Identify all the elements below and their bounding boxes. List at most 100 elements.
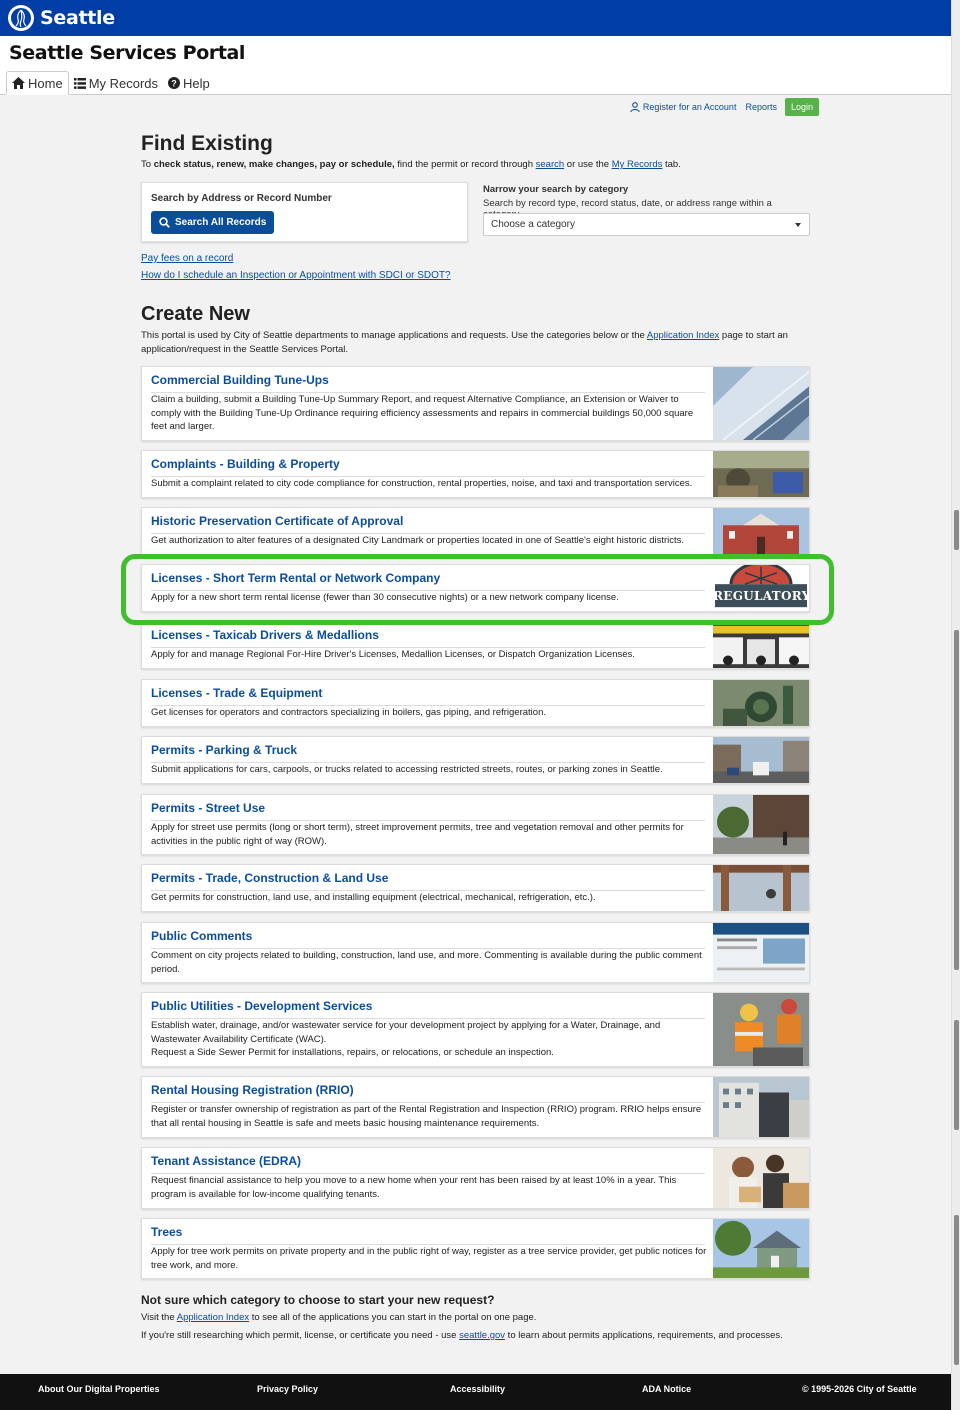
category-card-commercial-building-tune-ups[interactable]: Commercial Building Tune-Ups Claim a bui… — [141, 366, 810, 441]
category-select[interactable]: Choose a category — [483, 213, 810, 236]
tab-home[interactable]: Home — [6, 71, 69, 95]
card-title[interactable]: Commercial Building Tune-Ups — [151, 373, 705, 393]
search-link[interactable]: search — [536, 159, 565, 170]
bottom-l1-prefix: Visit the — [141, 1312, 177, 1323]
card-description: Get licenses for operators and contracto… — [151, 707, 546, 718]
footer-ada-link[interactable]: ADA Notice — [642, 1384, 691, 1394]
card-description: Submit a complaint related to city code … — [151, 478, 693, 489]
category-card-tenant-assistance[interactable]: Tenant Assistance (EDRA) Request financi… — [141, 1147, 810, 1209]
card-title[interactable]: Public Comments — [151, 929, 705, 949]
street-trees-image — [713, 795, 809, 854]
find-desc-bold: check status, renew, make changes, pay o… — [153, 159, 395, 170]
create-desc-prefix: This portal is used by City of Seattle d… — [141, 330, 647, 341]
scrollbar-track-marker — [954, 1020, 959, 1130]
card-title[interactable]: Public Utilities - Development Services — [151, 999, 705, 1019]
category-card-public-comments[interactable]: Public Comments Comment on city projects… — [141, 922, 810, 983]
card-description-line-2: Request a Side Sewer Permit for installa… — [151, 1047, 554, 1058]
account-links: Register for an Account Reports Login — [630, 98, 819, 116]
bottom-l2-suffix: to learn about permits applications, req… — [505, 1330, 783, 1341]
create-new-heading: Create New — [141, 303, 250, 325]
card-title[interactable]: Licenses - Taxicab Drivers & Medallions — [151, 628, 705, 648]
card-description: Comment on city projects related to buil… — [151, 950, 702, 975]
search-all-records-label: Search All Records — [175, 217, 267, 228]
login-button[interactable]: Login — [784, 98, 819, 116]
card-description: Request financial assistance to help you… — [151, 1175, 677, 1200]
application-index-link[interactable]: Application Index — [647, 330, 719, 341]
card-description-line-1: Establish water, drainage, and/or wastew… — [151, 1020, 661, 1045]
svg-text:?: ? — [171, 79, 177, 89]
card-title[interactable]: Historic Preservation Certificate of App… — [151, 514, 705, 534]
taxicab-fleet-image — [713, 622, 809, 668]
reports-link[interactable]: Reports — [745, 102, 777, 112]
pay-fees-link[interactable]: Pay fees on a record — [141, 253, 233, 264]
category-card-historic-preservation[interactable]: Historic Preservation Certificate of App… — [141, 507, 810, 555]
brand-name[interactable]: Seattle — [40, 7, 115, 29]
trees-house-image — [713, 1219, 809, 1278]
scrollbar-thumb[interactable] — [954, 510, 959, 550]
tab-home-label: Home — [28, 75, 63, 91]
card-title[interactable]: Trees — [151, 1225, 705, 1245]
caret-down-icon — [795, 223, 801, 227]
create-new-description: This portal is used by City of Seattle d… — [141, 329, 810, 357]
card-title[interactable]: Complaints - Building & Property — [151, 457, 705, 477]
category-card-rental-housing[interactable]: Rental Housing Registration (RRIO) Regis… — [141, 1076, 810, 1138]
my-records-link[interactable]: My Records — [612, 159, 663, 170]
scrollbar[interactable] — [951, 0, 960, 1410]
category-card-public-utilities[interactable]: Public Utilities - Development Services … — [141, 992, 810, 1067]
find-existing-heading: Find Existing — [141, 132, 273, 155]
historic-building-image — [713, 508, 809, 554]
find-desc-prefix: To — [141, 159, 154, 170]
category-card-trade-construction[interactable]: Permits - Trade, Construction & Land Use… — [141, 864, 810, 912]
category-card-trade-equipment[interactable]: Licenses - Trade & Equipment Get license… — [141, 679, 810, 727]
card-description: Apply for and manage Regional For-Hire D… — [151, 649, 635, 660]
category-card-street-use[interactable]: Permits - Street Use Apply for street us… — [141, 794, 810, 855]
schedule-inspection-link[interactable]: How do I schedule an Inspection or Appoi… — [141, 270, 451, 281]
boiler-equipment-image — [713, 680, 809, 726]
scrollbar-track-marker — [954, 630, 959, 970]
card-description: Establish water, drainage, and/or wastew… — [151, 1019, 707, 1060]
footer-about-link[interactable]: About Our Digital Properties — [38, 1384, 160, 1394]
page-footer: About Our Digital Properties Privacy Pol… — [0, 1374, 951, 1410]
tab-help[interactable]: ? Help — [163, 71, 215, 95]
card-description: Get authorization to alter features of a… — [151, 535, 685, 546]
bottom-application-index-link[interactable]: Application Index — [177, 1312, 249, 1323]
footer-privacy-link[interactable]: Privacy Policy — [257, 1384, 318, 1394]
search-icon — [159, 217, 170, 228]
card-title[interactable]: Tenant Assistance (EDRA) — [151, 1154, 705, 1174]
tab-my-records[interactable]: My Records — [69, 71, 163, 95]
category-card-complaints[interactable]: Complaints - Building & Property Submit … — [141, 450, 810, 498]
scrollbar-track-marker — [954, 1215, 959, 1365]
card-title[interactable]: Permits - Trade, Construction & Land Use — [151, 871, 705, 891]
seattle-seal-icon[interactable] — [8, 5, 34, 31]
footer-accessibility-link[interactable]: Accessibility — [450, 1384, 505, 1394]
category-card-trees[interactable]: Trees Apply for tree work permits on pri… — [141, 1218, 810, 1279]
card-title[interactable]: Licenses - Trade & Equipment — [151, 686, 705, 706]
list-icon — [73, 77, 86, 89]
find-desc-suffix: tab. — [662, 159, 681, 170]
footer-copyright: © 1995-2026 City of Seattle — [802, 1384, 917, 1394]
help-icon: ? — [168, 77, 181, 89]
nav-tabs: Home My Records ? Help — [6, 71, 215, 95]
register-link[interactable]: Register for an Account — [630, 102, 736, 112]
construction-framing-image — [713, 865, 809, 911]
narrow-category-label: Narrow your search by category — [483, 184, 629, 195]
top-bar: Seattle — [0, 0, 951, 36]
category-select-value: Choose a category — [491, 219, 575, 230]
card-title[interactable]: Permits - Street Use — [151, 801, 705, 821]
category-card-parking-truck[interactable]: Permits - Parking & Truck Submit applica… — [141, 736, 810, 784]
city-street-image — [713, 737, 809, 783]
bottom-line-1: Visit the Application Index to see all o… — [141, 1312, 536, 1323]
card-title[interactable]: Permits - Parking & Truck — [151, 743, 705, 763]
seattle-gov-link[interactable]: seattle.gov — [459, 1330, 505, 1341]
find-desc-mid: find the permit or record through — [394, 159, 536, 170]
card-description: Submit applications for cars, carpools, … — [151, 764, 663, 775]
bottom-l2-prefix: If you're still researching which permit… — [141, 1330, 460, 1341]
category-card-taxicab[interactable]: Licenses - Taxicab Drivers & Medallions … — [141, 621, 810, 669]
card-description: Apply for street use permits (long or sh… — [151, 822, 684, 847]
public-notice-image — [713, 923, 809, 982]
tab-help-label: Help — [183, 75, 210, 91]
card-title[interactable]: Rental Housing Registration (RRIO) — [151, 1083, 705, 1103]
tab-my-records-label: My Records — [88, 75, 159, 91]
search-all-records-button[interactable]: Search All Records — [151, 211, 275, 234]
home-icon — [12, 77, 25, 89]
